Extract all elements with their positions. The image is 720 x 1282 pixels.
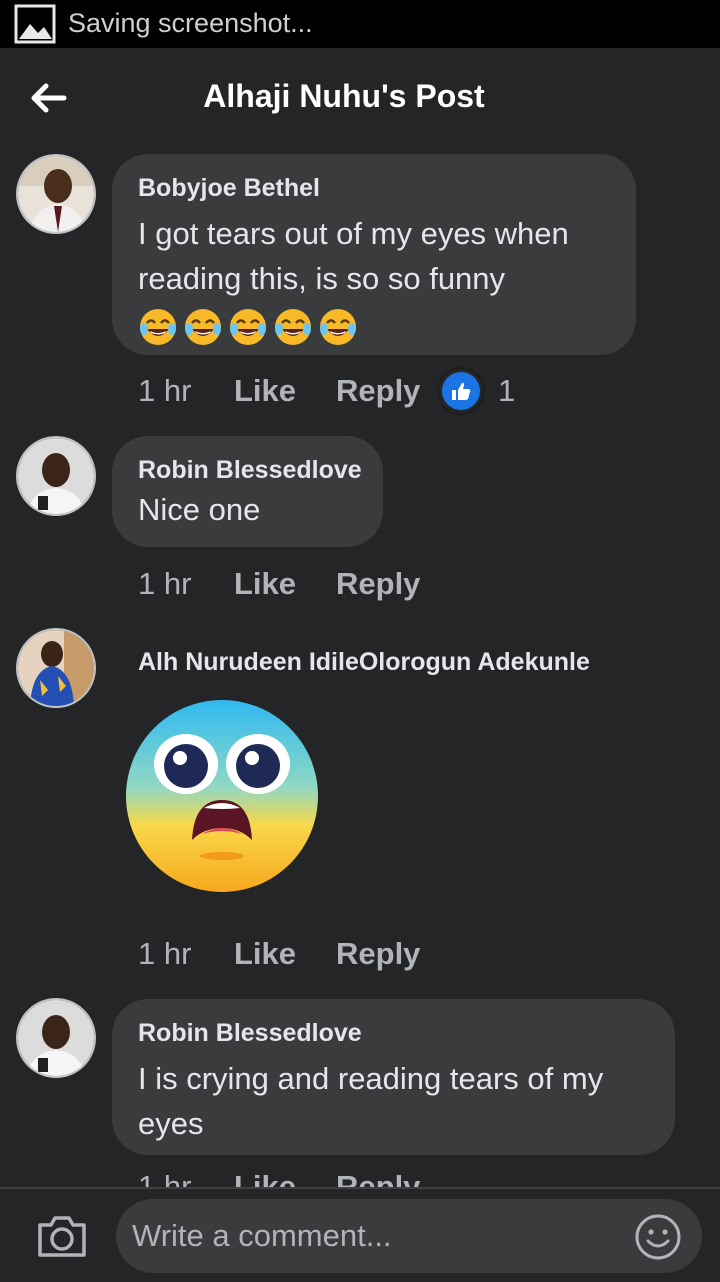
like-reaction-icon[interactable] <box>442 372 480 410</box>
like-button[interactable]: Like <box>234 373 336 409</box>
camera-icon[interactable] <box>36 1213 88 1259</box>
comment-actions: 1 hr Like Reply 1 <box>138 369 515 413</box>
tears-of-joy-emoji-icon <box>320 309 356 345</box>
fearful-face-emoji-icon[interactable] <box>124 698 320 894</box>
page-title: Alhaji Nuhu's Post <box>203 78 485 114</box>
comment-text: I is crying and reading tears of my eyes <box>138 1061 604 1141</box>
comment-input[interactable]: Write a comment... <box>116 1199 702 1273</box>
tears-of-joy-emoji-icon <box>275 309 311 345</box>
comment-bubble[interactable]: Bobyjoe Bethel I got tears out of my eye… <box>112 154 636 355</box>
post-header: Alhaji Nuhu's Post <box>0 48 720 148</box>
comment-author[interactable]: Robin Blessedlove <box>138 456 362 485</box>
comment-composer: Write a comment... <box>0 1187 720 1282</box>
avatar[interactable] <box>18 1000 94 1076</box>
comment-time: 1 hr <box>138 936 192 971</box>
comment-author[interactable]: Robin Blessedlove <box>138 1019 649 1048</box>
like-button[interactable]: Like <box>234 566 336 602</box>
comment-actions: 1 hr Like Reply <box>138 562 442 606</box>
status-bar: Saving screenshot... <box>0 0 720 48</box>
comment-bubble[interactable]: Robin Blessedlove I is crying and readin… <box>112 999 675 1155</box>
emoji-picker-icon[interactable] <box>634 1213 682 1261</box>
like-button[interactable]: Like <box>234 936 336 972</box>
reply-button[interactable]: Reply <box>336 373 442 409</box>
tears-of-joy-emoji-icon <box>230 309 266 345</box>
reply-button[interactable]: Reply <box>336 566 442 602</box>
avatar[interactable] <box>18 630 94 706</box>
comment-author[interactable]: Bobyjoe Bethel <box>138 174 610 203</box>
avatar[interactable] <box>18 156 94 232</box>
comment-bubble[interactable]: Robin Blessedlove Nice one <box>112 436 383 547</box>
comment-time: 1 hr <box>138 566 192 601</box>
comment-author[interactable]: Alh Nurudeen IdileOlorogun Adekunle <box>138 648 590 677</box>
image-icon <box>14 4 56 44</box>
reaction-count[interactable]: 1 <box>498 373 515 409</box>
tears-of-joy-emoji-icon <box>140 309 176 345</box>
comment-input-placeholder: Write a comment... <box>132 1218 392 1253</box>
avatar[interactable] <box>18 438 94 514</box>
comment-text: I got tears out of my eyes when reading … <box>138 216 569 296</box>
status-text: Saving screenshot... <box>68 8 313 38</box>
comment-time: 1 hr <box>138 373 192 408</box>
comment-text: Nice one <box>138 492 261 527</box>
reply-button[interactable]: Reply <box>336 936 442 972</box>
comment-actions: 1 hr Like Reply <box>138 932 442 976</box>
tears-of-joy-emoji-icon <box>185 309 221 345</box>
laughing-emoji-row <box>138 307 610 347</box>
